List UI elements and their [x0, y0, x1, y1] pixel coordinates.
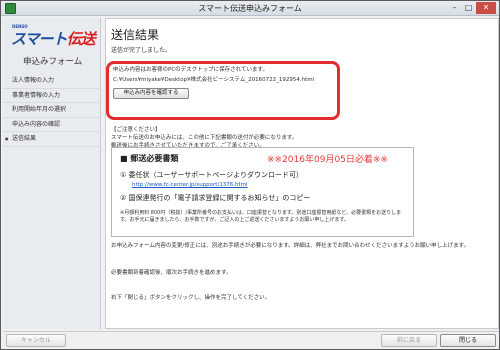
close-window-button[interactable]: ✕	[476, 2, 496, 14]
deadline-warning: ※※2016年09月05日必着※※	[267, 155, 388, 165]
close-button[interactable]: 閉じる	[440, 334, 496, 347]
close-instruction-text: 右下「閉じる」ボタンをクリックし、操作を完了してください。	[111, 295, 271, 301]
step-navigation: 法人情報の入力 事業者情報の入力 利用開始年月の選択 申込み内容の確認 送信結果	[3, 74, 101, 147]
window-title: スマート伝送申込みフォーム	[198, 4, 302, 13]
sent-message: 送信が完了しました。	[111, 47, 172, 54]
procedure-progress-text: 必要書類到着確認後、順次お手続きを進めます。	[111, 270, 232, 276]
document-item-power-of-attorney: ① 委任状（ユーザーサポートページよりダウンロード可）	[120, 171, 303, 179]
app-window: スマート伝送申込みフォーム – □ ✕ DENSO スマート伝送 申込みフォーム…	[0, 0, 500, 350]
sidebar-item-start-month: 利用開始年月の選択	[3, 103, 101, 118]
logo: DENSO スマート伝送	[7, 24, 96, 48]
download-link[interactable]: http://www.fc-center.jp/support/1376.htm…	[132, 182, 248, 188]
confirm-contents-button[interactable]: 申込み内容を確認する	[113, 88, 189, 99]
logo-main-text: スマート伝送	[11, 28, 96, 49]
notice-line-1: スマート伝送のお申込みには、この他に下記書類の送付が必要になります。	[111, 135, 298, 141]
main-content: 送信結果 送信が完了しました。 申込み内容はお客様のPCのデスクトップに保存され…	[105, 18, 499, 329]
notice-title: 【ご注意ください】	[111, 127, 161, 133]
sidebar-item-send-result: 送信結果	[3, 132, 101, 147]
maximize-button[interactable]: □	[462, 2, 475, 14]
sidebar-item-confirmation: 申込み内容の確認	[3, 118, 101, 132]
change-procedure-text: お申込みフォーム内容の変更/修正には、別途お手続きが必要になります。詳細は、弊社…	[111, 243, 470, 249]
sidebar-subtitle: 申込みフォーム	[23, 57, 83, 67]
sidebar: DENSO スマート伝送 申込みフォーム 法人情報の入力 事業者情報の入力 利用…	[3, 18, 101, 329]
cancel-button[interactable]: キャンセル	[6, 334, 66, 347]
minimize-button[interactable]: –	[448, 2, 461, 14]
sidebar-item-corporate-info: 法人情報の入力	[3, 74, 101, 89]
mail-documents-title: ■ 郵送必要書類	[120, 154, 179, 163]
window-controls: – □ ✕	[448, 2, 496, 14]
logo-main-blue: スマート	[11, 30, 68, 48]
logo-main-red: 伝送	[66, 30, 96, 48]
document-item-registration-notice: ② 国保連発行の「電子請求登録に関するお知らせ」のコピー	[120, 194, 311, 202]
back-button[interactable]: 前に戻る	[381, 334, 437, 347]
sidebar-item-business-info: 事業者情報の入力	[3, 89, 101, 103]
saved-location-text: 申込み内容はお客様のPCのデスクトップに保存されています。	[113, 67, 268, 73]
title-bar: スマート伝送申込みフォーム – □ ✕	[1, 1, 499, 16]
page-title: 送信結果	[111, 28, 160, 42]
footer-bar: キャンセル 前に戻る 閉じる	[3, 331, 499, 349]
mail-note: ※月額利用料 800円（税抜）/事業所番号のお支払いは、口座振替となります。別途…	[120, 210, 402, 223]
saved-file-path: C:¥Users¥miyake¥Desktop¥株式会社ビーシステム_20160…	[113, 77, 315, 83]
mail-documents-box: ■ 郵送必要書類 ※※2016年09月05日必着※※ ① 委任状（ユーザーサポー…	[111, 147, 414, 237]
